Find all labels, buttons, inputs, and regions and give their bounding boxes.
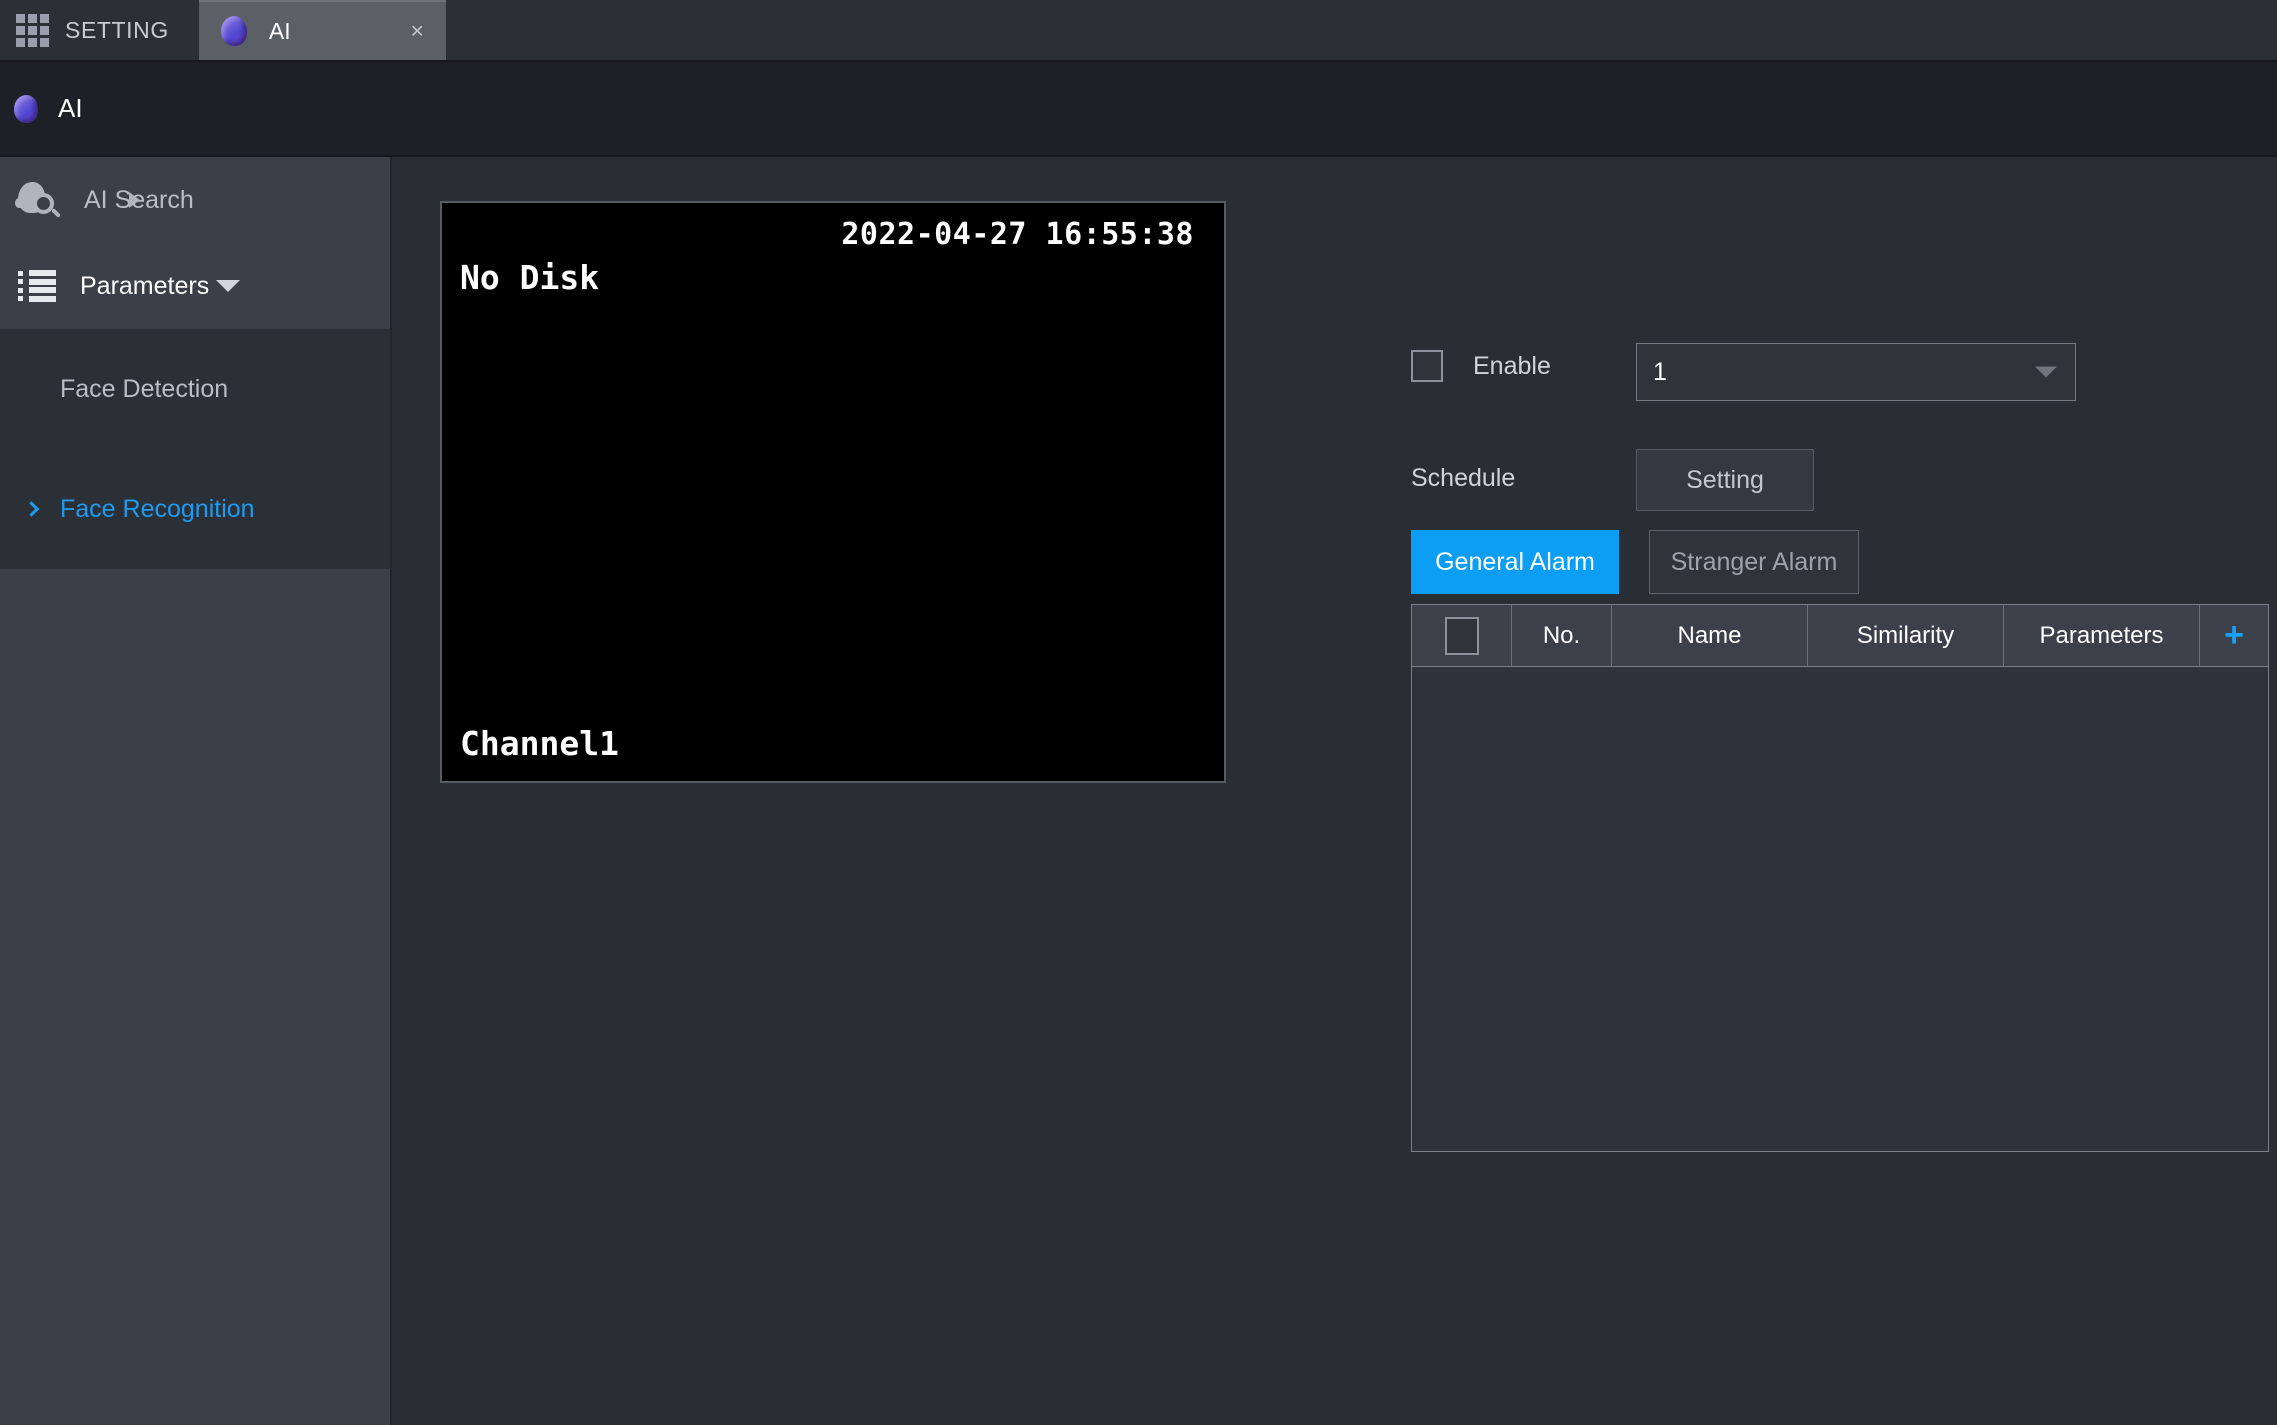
tab-stranger-alarm[interactable]: Stranger Alarm [1649, 530, 1859, 594]
main-content: 2022-04-27 16:55:38 No Disk Channel1 Ena… [394, 157, 2277, 1425]
sidebar-item-parameters[interactable]: Parameters [0, 243, 390, 329]
schedule-label: Schedule [1411, 464, 1516, 492]
close-icon[interactable]: × [410, 19, 423, 43]
sidebar: AI Search Parameters Face Detection Face… [0, 157, 392, 1425]
tab-general-alarm[interactable]: General Alarm [1411, 530, 1619, 594]
grid-icon [16, 13, 49, 47]
arrow-down-icon [216, 280, 240, 292]
preview-channel: Channel1 [460, 724, 619, 763]
column-header-parameters: Parameters [2004, 605, 2200, 666]
enable-row: Enable [1411, 350, 1551, 382]
video-preview[interactable]: 2022-04-27 16:55:38 No Disk Channel1 [440, 201, 1226, 783]
preview-timestamp: 2022-04-27 16:55:38 [841, 217, 1194, 252]
table-header-row: No. Name Similarity Parameters + [1412, 605, 2268, 667]
sidebar-subitem-label: Face Detection [60, 374, 229, 403]
preview-status: No Disk [460, 258, 600, 297]
column-header-name: Name [1612, 605, 1808, 666]
column-header-no: No. [1512, 605, 1612, 666]
sidebar-item-face-recognition[interactable]: Face Recognition [0, 449, 390, 569]
table-body [1412, 667, 2268, 1151]
chevron-down-icon [2035, 366, 2057, 378]
alarm-tabs: General Alarm Stranger Alarm [1411, 530, 1859, 594]
breadcrumb-label: AI [58, 93, 83, 123]
enable-label: Enable [1473, 351, 1551, 380]
sidebar-item-face-detection[interactable]: Face Detection [0, 329, 390, 449]
add-row-button[interactable]: + [2200, 605, 2268, 666]
schedule-setting-button[interactable]: Setting [1636, 449, 1814, 511]
select-all-checkbox[interactable] [1444, 616, 1479, 655]
face-database-table: No. Name Similarity Parameters + [1411, 604, 2269, 1152]
list-icon [18, 270, 56, 302]
ai-brain-icon [14, 94, 38, 123]
title-bar: SETTING AI × [0, 0, 2277, 62]
app-menu-button[interactable] [0, 0, 65, 60]
breadcrumb: AI [0, 62, 2277, 157]
channel-select-value: 1 [1653, 357, 1667, 386]
arrow-right-icon [129, 192, 140, 208]
ai-brain-icon [220, 16, 247, 46]
sidebar-submenu: Face Detection Face Recognition [0, 329, 390, 569]
enable-checkbox[interactable] [1411, 350, 1443, 382]
tab-ai[interactable]: AI × [198, 0, 446, 60]
sidebar-item-label: Parameters [80, 271, 210, 300]
chevron-right-icon [23, 501, 40, 517]
channel-select[interactable]: 1 [1636, 343, 2076, 401]
face-search-icon [15, 180, 61, 220]
column-header-similarity: Similarity [1808, 605, 2004, 666]
setting-label: SETTING [65, 16, 169, 43]
sidebar-item-ai-search[interactable]: AI Search [0, 157, 390, 243]
tab-ai-label: AI [268, 17, 291, 44]
sidebar-subitem-label: Face Recognition [60, 494, 255, 523]
select-all-cell [1412, 605, 1512, 666]
